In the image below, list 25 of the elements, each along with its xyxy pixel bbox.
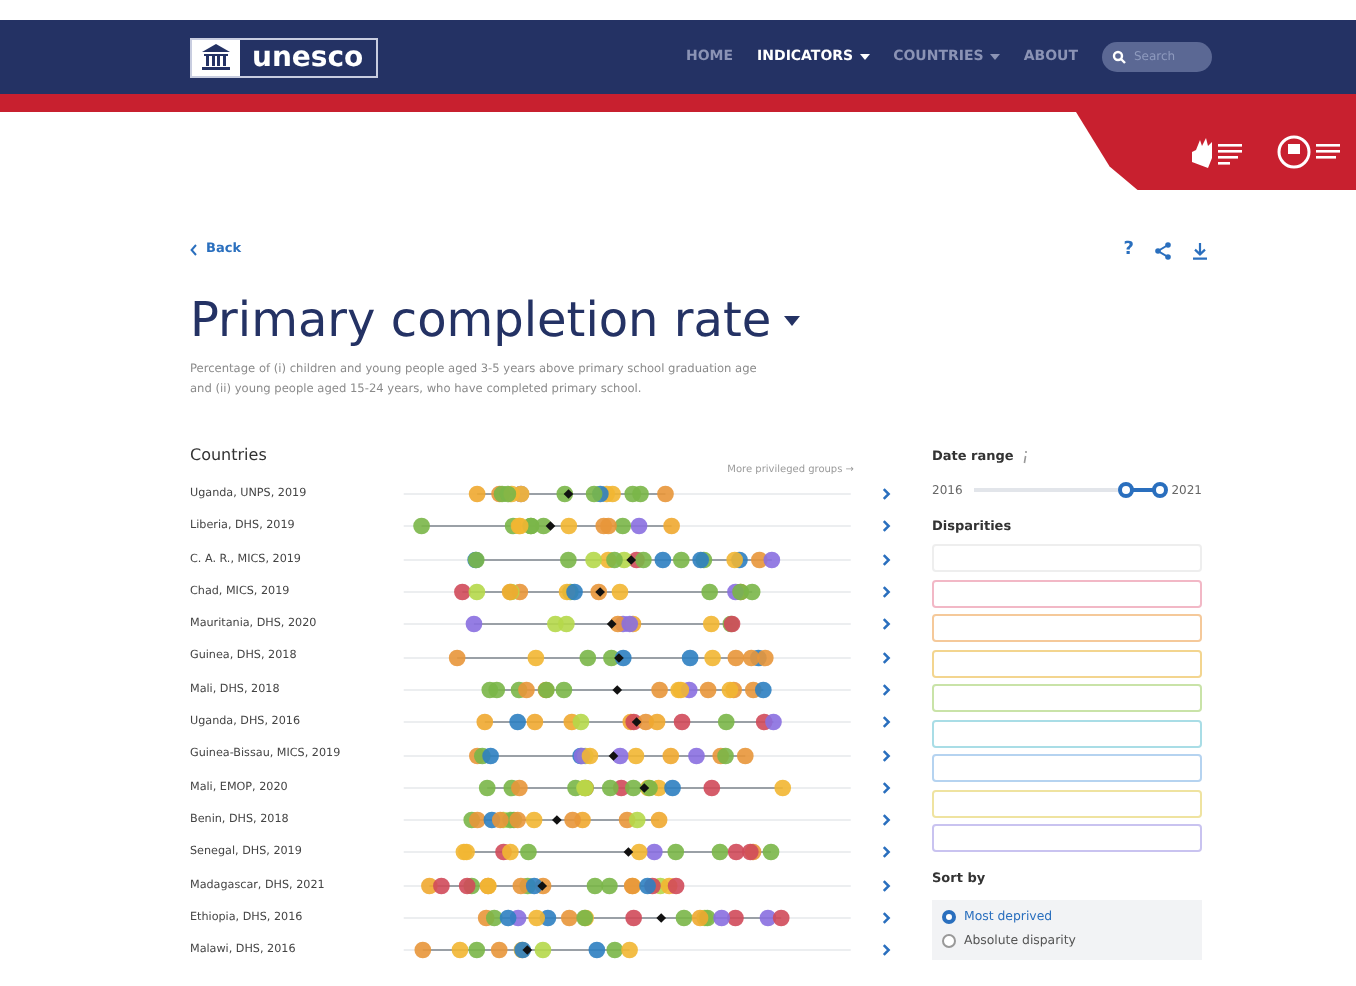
info-icon[interactable] bbox=[1021, 450, 1028, 465]
disparity-field[interactable] bbox=[932, 684, 1202, 712]
disparity-field[interactable] bbox=[932, 649, 1202, 677]
radio-button[interactable] bbox=[942, 934, 956, 949]
disparity-field[interactable] bbox=[932, 614, 1202, 642]
chevron-icon bbox=[190, 244, 198, 256]
share-icon[interactable] bbox=[1154, 241, 1172, 259]
report-logo-icon bbox=[1188, 133, 1248, 169]
radio-button[interactable] bbox=[942, 910, 956, 925]
help-button[interactable]: ? bbox=[1123, 241, 1134, 259]
chart-heading: Countries bbox=[190, 444, 269, 468]
disparity-field[interactable] bbox=[932, 824, 1202, 852]
caret-icon[interactable] bbox=[783, 315, 800, 325]
page-title: Primary completion rate bbox=[190, 290, 772, 350]
disparity-field[interactable] bbox=[932, 789, 1202, 817]
search-icon[interactable] bbox=[1112, 50, 1126, 64]
institute-logo-icon bbox=[1276, 133, 1344, 169]
disparity-field[interactable] bbox=[932, 754, 1202, 782]
slider-thumb[interactable] bbox=[1151, 482, 1168, 499]
download-icon[interactable] bbox=[1192, 241, 1208, 259]
temple-icon bbox=[200, 44, 232, 70]
slider-thumb[interactable] bbox=[1118, 482, 1135, 499]
disparity-field[interactable] bbox=[932, 579, 1202, 607]
unesco-logo[interactable]: unesco bbox=[190, 37, 378, 77]
disparity-field[interactable] bbox=[932, 719, 1202, 747]
